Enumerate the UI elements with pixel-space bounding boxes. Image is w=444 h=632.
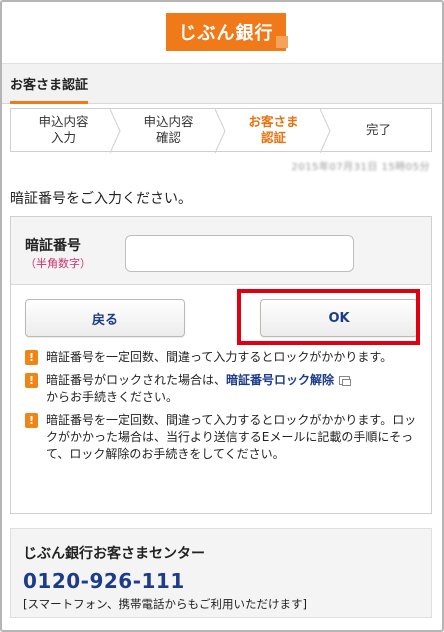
page-heading-bar: お客さま認証 bbox=[2, 64, 442, 104]
exclamation-icon: ! bbox=[25, 350, 38, 365]
step-label: お客さま 認証 bbox=[248, 114, 299, 145]
exclamation-icon: ! bbox=[25, 373, 38, 388]
pin-sublabel: （半角数字） bbox=[25, 257, 91, 270]
building-icon bbox=[276, 36, 288, 48]
exclamation-icon: ! bbox=[25, 413, 38, 428]
datetime-stamp: 2015年07月31日 15時05分 bbox=[291, 162, 430, 173]
step-chevron-icon bbox=[215, 109, 226, 153]
back-button[interactable]: 戻る bbox=[25, 299, 185, 337]
step-1: 申込内容 入力 bbox=[11, 109, 121, 153]
contact-section: じぶん銀行お客さまセンター 0120-926-111 [スマートフォン、携帯電話… bbox=[10, 528, 432, 618]
note-text: 暗証番号を一定回数、間違って入力するとロックがかかります。ロックがかかった場合は… bbox=[46, 413, 417, 461]
progress-steps: 申込内容 入力 申込内容 確認 お客さま 認証 完了 bbox=[10, 108, 432, 153]
step-2: 申込内容 確認 bbox=[116, 109, 226, 153]
note-item: ! 暗証番号を一定回数、間違って入力するとロックがかかります。 bbox=[25, 349, 425, 366]
step-4: 完了 bbox=[326, 109, 431, 151]
ok-button-highlight bbox=[237, 289, 420, 345]
pin-unlock-link[interactable]: 暗証番号ロック解除 bbox=[226, 373, 334, 387]
note-item: ! 暗証番号を一定回数、間違って入力するとロックがかかります。ロックがかかった場… bbox=[25, 412, 425, 463]
header: じぶん銀行 bbox=[2, 2, 442, 64]
step-chevron-icon bbox=[110, 109, 121, 153]
external-window-icon bbox=[339, 376, 352, 386]
pin-label: 暗証番号 bbox=[25, 238, 81, 254]
note-text-before: 暗証番号がロックされた場合は、 bbox=[46, 373, 227, 387]
logo-text: じぶん銀行 bbox=[178, 23, 274, 44]
note-item: ! 暗証番号がロックされた場合は、暗証番号ロック解除からお手続きください。 bbox=[25, 372, 425, 406]
step-label: 完了 bbox=[365, 122, 391, 137]
contact-title: じぶん銀行お客さまセンター bbox=[23, 546, 205, 562]
note-text: 暗証番号を一定回数、間違って入力するとロックがかかります。 bbox=[46, 350, 393, 364]
notes-list: ! 暗証番号を一定回数、間違って入力するとロックがかかります。 ! 暗証番号がロ… bbox=[25, 349, 425, 469]
pin-input[interactable] bbox=[125, 235, 354, 272]
note-text: 暗証番号がロックされた場合は、暗証番号ロック解除からお手続きください。 bbox=[46, 372, 352, 406]
step-label: 申込内容 確認 bbox=[143, 114, 194, 145]
pin-form-panel: 暗証番号 （半角数字） 戻る OK ! 暗証番号を一定回数、間違って入力するとロ… bbox=[10, 216, 432, 514]
note-text-after: からお手続きください。 bbox=[46, 390, 179, 404]
contact-note: [スマートフォン、携帯電話からもご利用いただけます] bbox=[23, 597, 307, 611]
instruction-text: 暗証番号をご入力ください。 bbox=[10, 191, 192, 207]
step-3-current: お客さま 認証 bbox=[221, 109, 331, 153]
contact-phone[interactable]: 0120-926-111 bbox=[23, 569, 185, 593]
jibun-bank-logo[interactable]: じぶん銀行 bbox=[166, 13, 288, 51]
page-title: お客さま認証 bbox=[10, 74, 89, 104]
pin-field-row: 暗証番号 （半角数字） bbox=[11, 217, 431, 285]
step-chevron-icon bbox=[320, 109, 331, 153]
step-label: 申込内容 入力 bbox=[38, 114, 89, 145]
